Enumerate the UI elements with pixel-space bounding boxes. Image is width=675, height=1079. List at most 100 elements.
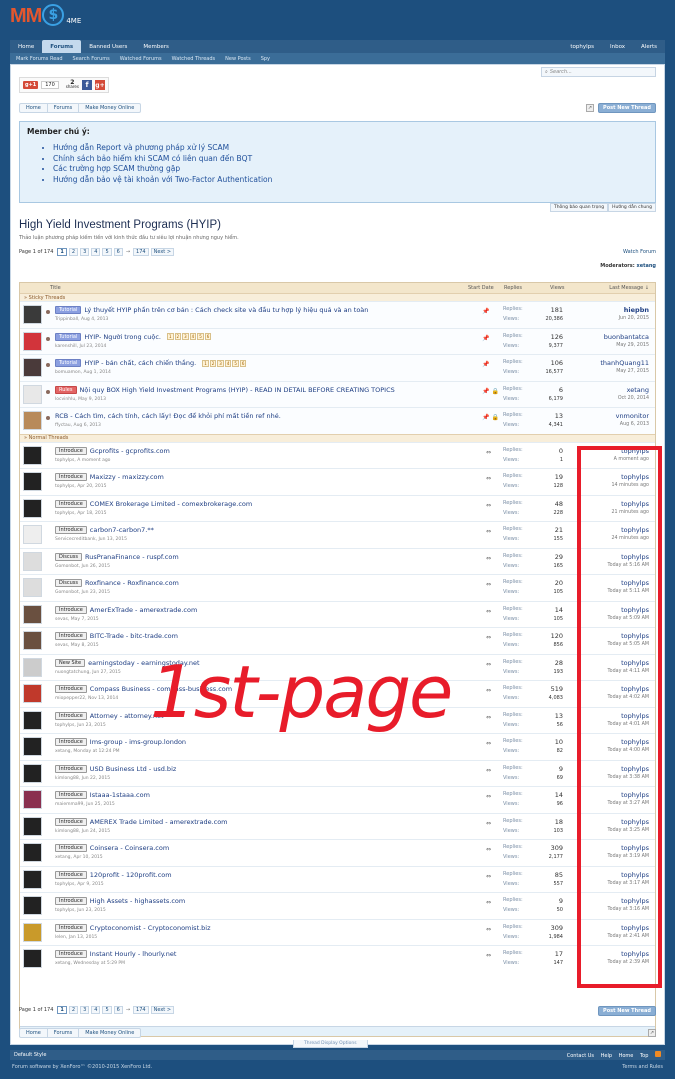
- mark-forums-read-link[interactable]: Mark Forums Read: [16, 56, 63, 62]
- thread-prefix[interactable]: Introduce: [55, 844, 87, 852]
- table-row[interactable]: Introduce carbon7-carbon7.** Servicecredit…: [20, 521, 655, 548]
- thread-prefix[interactable]: Introduce: [55, 817, 87, 826]
- avatar[interactable]: [23, 358, 42, 377]
- avatar[interactable]: [23, 305, 42, 324]
- last-message-user[interactable]: tophylps: [608, 844, 649, 852]
- page-link[interactable]: 1: [57, 1006, 67, 1014]
- table-row[interactable]: Introduce High Assets - highassets.com top…: [20, 892, 655, 919]
- table-row[interactable]: Introduce Coinsera - Coinsera.com xetang, …: [20, 839, 655, 866]
- thread-prefix[interactable]: Introduce: [55, 764, 87, 773]
- last-message-date[interactable]: Today at 3:19 AM: [608, 854, 649, 859]
- thread-title[interactable]: Cryptoconomist - Cryptoconomist.biz: [90, 924, 211, 932]
- last-message-date[interactable]: May 27, 2015: [600, 369, 649, 374]
- thread-prefix[interactable]: New Site: [55, 658, 86, 667]
- avatar[interactable]: [23, 949, 42, 968]
- thread-page-link[interactable]: 3: [182, 333, 189, 340]
- thread-author[interactable]: tophylps: [55, 511, 74, 516]
- thread-title[interactable]: AmerExTrade - amerextrade.com: [90, 606, 198, 614]
- help-link[interactable]: Help: [601, 1053, 612, 1059]
- avatar[interactable]: [23, 922, 42, 942]
- thread-prefix[interactable]: Tutorial: [55, 359, 82, 367]
- last-message-user[interactable]: tophylps: [614, 447, 649, 455]
- thread-author[interactable]: lelen: [55, 935, 66, 940]
- top-link[interactable]: Top: [640, 1053, 648, 1059]
- thread-page-link[interactable]: 1: [167, 333, 174, 340]
- jump-to-icon[interactable]: ↗: [586, 104, 594, 112]
- tab-members[interactable]: Members: [135, 40, 177, 53]
- last-message-user[interactable]: tophylps: [608, 924, 649, 932]
- thread-author[interactable]: Trippinball: [55, 317, 78, 322]
- breadcrumb-forums[interactable]: Forums: [48, 104, 80, 112]
- avatar[interactable]: [23, 657, 42, 677]
- rss-icon[interactable]: [655, 1051, 661, 1057]
- thread-title[interactable]: Instant Hourly - lhourly.net: [90, 950, 177, 958]
- page-link[interactable]: 6: [113, 248, 123, 256]
- table-row[interactable]: Introduce Compass Business - compass-busi…: [20, 680, 655, 707]
- page-link[interactable]: 4: [91, 1006, 101, 1014]
- last-message-date[interactable]: Today at 3:16 AM: [608, 907, 649, 912]
- thread-title[interactable]: Maxizzy - maxizzy.com: [90, 473, 164, 481]
- tab-general-guide[interactable]: Hướng dẫn chung: [608, 203, 656, 212]
- thread-author[interactable]: xetang: [55, 855, 71, 860]
- table-row[interactable]: Introduce COMEX Brokerage Limited - comex…: [20, 494, 655, 521]
- breadcrumb-make-money-online[interactable]: Make Money Online: [79, 1029, 140, 1037]
- thread-prefix[interactable]: Tutorial: [55, 306, 82, 314]
- table-row[interactable]: Discuss Roxfinance - Roxfinance.com Gomonb…: [20, 574, 655, 601]
- thread-prefix[interactable]: Introduce: [55, 499, 87, 508]
- thread-author[interactable]: Gomonbot: [55, 590, 79, 595]
- table-row[interactable]: Introduce Cryptoconomist - Cryptoconomist…: [20, 918, 655, 945]
- watched-threads-link[interactable]: Watched Threads: [172, 56, 216, 62]
- table-row[interactable]: Introduce AMEREX Trade Limited - amerextr…: [20, 812, 655, 839]
- thread-author[interactable]: nuongtatchung: [55, 670, 89, 675]
- table-row[interactable]: Introduce 120profit - 120profit.com tophyl…: [20, 865, 655, 892]
- thread-page-link[interactable]: 5: [197, 333, 204, 340]
- thread-prefix[interactable]: Introduce: [55, 950, 87, 958]
- table-row[interactable]: Tutorial Lý thuyết HYIP phần trên cơ bản …: [20, 301, 655, 328]
- last-message-user[interactable]: tophylps: [608, 897, 649, 905]
- avatar[interactable]: [23, 896, 42, 915]
- last-message-date[interactable]: Today at 3:27 AM: [608, 801, 649, 806]
- avatar[interactable]: [23, 411, 42, 430]
- table-row[interactable]: Introduce Ims-group - ims-group.london xet…: [20, 733, 655, 760]
- last-message-user[interactable]: tophylps: [608, 553, 649, 561]
- thread-author[interactable]: tophylps: [55, 458, 74, 463]
- thread-author[interactable]: karenshill: [55, 344, 77, 349]
- thread-prefix[interactable]: Discuss: [55, 552, 82, 561]
- last-message-user[interactable]: thanhQuang11: [600, 359, 649, 367]
- last-message-user[interactable]: tophylps: [608, 579, 649, 587]
- thread-author[interactable]: sevas: [55, 643, 68, 648]
- col-replies[interactable]: Replies: [504, 285, 522, 291]
- thread-prefix[interactable]: Tutorial: [55, 332, 82, 341]
- table-row[interactable]: Introduce BITC-Trade - bitc-trade.com seva…: [20, 627, 655, 654]
- thread-title[interactable]: COMEX Brokerage Limited - comexbrokerage…: [90, 500, 252, 508]
- thread-page-link[interactable]: 1: [202, 359, 209, 367]
- style-chooser[interactable]: Default Style: [14, 1052, 46, 1058]
- last-message-date[interactable]: Today at 3:25 AM: [608, 828, 649, 833]
- moderator-name[interactable]: xetang: [636, 263, 656, 269]
- last-message-date[interactable]: Today at 5:11 AM: [608, 589, 649, 594]
- breadcrumb-home[interactable]: Home: [20, 1029, 48, 1037]
- last-message-date[interactable]: Today at 3:17 AM: [608, 881, 649, 886]
- thread-prefix[interactable]: Discuss: [55, 579, 82, 587]
- avatar[interactable]: [23, 445, 42, 465]
- last-message-user[interactable]: tophylps: [608, 659, 649, 667]
- last-message-user[interactable]: tophylps: [608, 950, 649, 958]
- page-link[interactable]: 6: [113, 1006, 123, 1014]
- breadcrumb-home[interactable]: Home: [20, 104, 48, 112]
- breadcrumb-make-money-online[interactable]: Make Money Online: [79, 104, 140, 112]
- thread-author[interactable]: kimlong88: [55, 776, 79, 781]
- page-link-last[interactable]: 174: [133, 1006, 149, 1014]
- last-message-user[interactable]: hiepbn: [619, 306, 649, 314]
- thread-page-link[interactable]: 6: [204, 333, 212, 340]
- last-message-date[interactable]: Today at 4:11 AM: [608, 669, 649, 674]
- last-message-user[interactable]: tophylps: [608, 632, 649, 640]
- thread-author[interactable]: xetang: [55, 749, 71, 754]
- page-link[interactable]: 1: [57, 248, 67, 256]
- thread-author[interactable]: tophylps: [55, 484, 74, 489]
- thread-page-link[interactable]: 2: [209, 359, 217, 367]
- last-message-user[interactable]: tophylps: [608, 791, 649, 799]
- thread-author[interactable]: sevas: [55, 617, 68, 622]
- table-row[interactable]: New Site earningstoday - earningstoday.ne…: [20, 653, 655, 680]
- last-message-date[interactable]: Today at 4:00 AM: [608, 748, 649, 753]
- avatar[interactable]: [23, 790, 42, 809]
